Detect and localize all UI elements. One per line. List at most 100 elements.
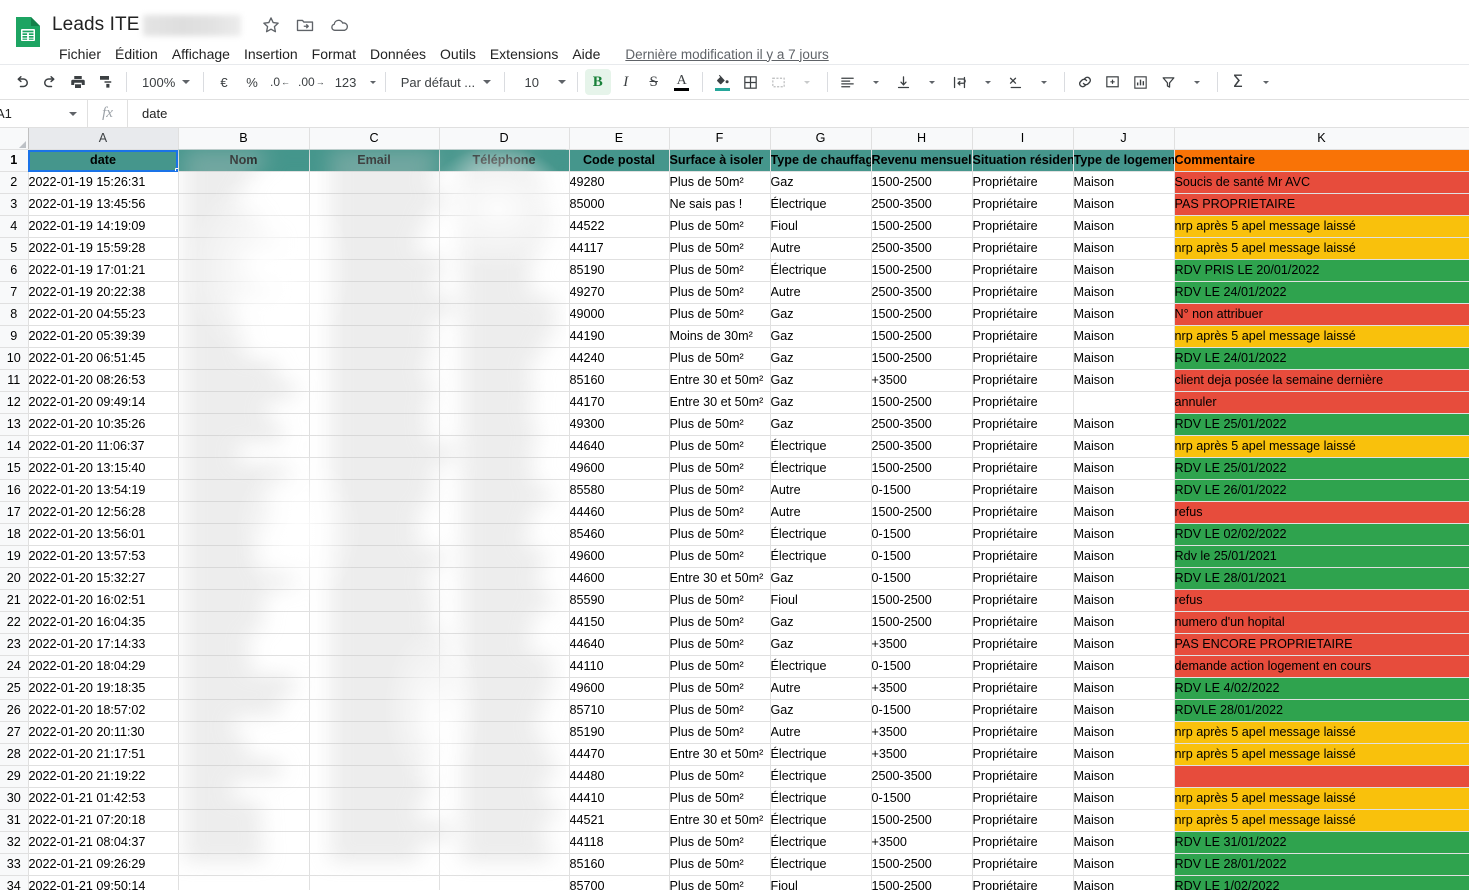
cell-revenu[interactable]: 1500-2500 bbox=[871, 809, 973, 832]
cell-telephone-redacted[interactable] bbox=[439, 303, 570, 326]
cell-logement[interactable]: Maison bbox=[1073, 875, 1175, 890]
row-header[interactable]: 29 bbox=[0, 765, 29, 788]
cell-situation[interactable]: Propriétaire bbox=[972, 721, 1074, 744]
cell-situation[interactable]: Propriétaire bbox=[972, 325, 1074, 348]
cell-chauffage[interactable]: Électrique bbox=[770, 765, 872, 788]
cell-date[interactable]: 2022-01-21 09:50:14 bbox=[28, 875, 179, 890]
cell-situation[interactable]: Propriétaire bbox=[972, 743, 1074, 766]
cell-email-redacted[interactable] bbox=[309, 369, 440, 392]
cell-commentaire[interactable]: RDV LE 24/01/2022 bbox=[1174, 281, 1469, 304]
vertical-align-icon[interactable] bbox=[891, 69, 917, 95]
cell-email-redacted[interactable] bbox=[309, 325, 440, 348]
cell-chauffage[interactable]: Autre bbox=[770, 237, 872, 260]
cell-date[interactable]: 2022-01-19 15:26:31 bbox=[28, 171, 179, 194]
cell-telephone-redacted[interactable] bbox=[439, 787, 570, 810]
cell-commentaire[interactable]: demande action logement en cours bbox=[1174, 655, 1469, 678]
row-header[interactable]: 7 bbox=[0, 281, 29, 304]
insert-chart-icon[interactable] bbox=[1128, 69, 1154, 95]
table-row[interactable]: 17 2022-01-20 12:56:28 44460 Plus de 50m² Au… bbox=[0, 501, 1469, 524]
table-row[interactable]: 18 2022-01-20 13:56:01 85460 Plus de 50m² Él… bbox=[0, 523, 1469, 546]
percent-format-button[interactable]: % bbox=[239, 69, 265, 95]
cell-email-redacted[interactable] bbox=[309, 633, 440, 656]
cell-code-postal[interactable]: 85000 bbox=[569, 193, 670, 216]
cell-commentaire[interactable]: nrp après 5 apel message laissé bbox=[1174, 435, 1469, 458]
cell-revenu[interactable]: 0-1500 bbox=[871, 699, 973, 722]
cell-email-redacted[interactable] bbox=[309, 875, 440, 890]
cell-chauffage[interactable]: Autre bbox=[770, 281, 872, 304]
cell-email-redacted[interactable] bbox=[309, 237, 440, 260]
cell-telephone-redacted[interactable] bbox=[439, 479, 570, 502]
cell-nom-redacted[interactable] bbox=[178, 721, 310, 744]
cell-nom-redacted[interactable] bbox=[178, 677, 310, 700]
filter-dropdown[interactable] bbox=[1184, 69, 1210, 95]
cell-revenu[interactable]: 2500-3500 bbox=[871, 237, 973, 260]
column-header-H[interactable]: H bbox=[871, 128, 973, 150]
cell-email-redacted[interactable] bbox=[309, 831, 440, 854]
cell-revenu[interactable]: 1500-2500 bbox=[871, 347, 973, 370]
cell-chauffage[interactable]: Fioul bbox=[770, 589, 872, 612]
cell-email-redacted[interactable] bbox=[309, 259, 440, 282]
cell-code-postal[interactable]: 85160 bbox=[569, 853, 670, 876]
cell-telephone-redacted[interactable] bbox=[439, 611, 570, 634]
cell-revenu[interactable]: +3500 bbox=[871, 831, 973, 854]
cell-revenu[interactable]: 1500-2500 bbox=[871, 589, 973, 612]
cell-code-postal[interactable]: 44170 bbox=[569, 391, 670, 414]
row-header[interactable]: 3 bbox=[0, 193, 29, 216]
cell-email-redacted[interactable] bbox=[309, 303, 440, 326]
cell-revenu[interactable]: 1500-2500 bbox=[871, 303, 973, 326]
cell-logement[interactable]: Maison bbox=[1073, 809, 1175, 832]
menu-donnees[interactable]: Données bbox=[363, 43, 433, 65]
cell-situation[interactable]: Propriétaire bbox=[972, 787, 1074, 810]
cell-nom-redacted[interactable] bbox=[178, 545, 310, 568]
cell-chauffage[interactable]: Électrique bbox=[770, 435, 872, 458]
cell-situation[interactable]: Propriétaire bbox=[972, 809, 1074, 832]
cell-email-redacted[interactable] bbox=[309, 765, 440, 788]
cell-surface[interactable]: Plus de 50m² bbox=[669, 655, 771, 678]
cell-revenu[interactable]: 1500-2500 bbox=[871, 215, 973, 238]
cell-nom-redacted[interactable] bbox=[178, 875, 310, 890]
cell-surface[interactable]: Plus de 50m² bbox=[669, 457, 771, 480]
cell-email-redacted[interactable] bbox=[309, 347, 440, 370]
row-header[interactable]: 14 bbox=[0, 435, 29, 458]
cell-telephone-redacted[interactable] bbox=[439, 237, 570, 260]
cell-code-postal[interactable]: 85160 bbox=[569, 369, 670, 392]
cell-chauffage[interactable]: Électrique bbox=[770, 259, 872, 282]
row-header[interactable]: 22 bbox=[0, 611, 29, 634]
cell-date[interactable]: 2022-01-20 09:49:14 bbox=[28, 391, 179, 414]
cell-date[interactable]: 2022-01-20 18:04:29 bbox=[28, 655, 179, 678]
cell-nom-redacted[interactable] bbox=[178, 655, 310, 678]
cell-email-redacted[interactable] bbox=[309, 699, 440, 722]
cell-telephone-redacted[interactable] bbox=[439, 545, 570, 568]
cell-commentaire[interactable]: RDV LE 1/02/2022 bbox=[1174, 875, 1469, 890]
cell-logement[interactable]: Maison bbox=[1073, 259, 1175, 282]
cell-situation[interactable]: Propriétaire bbox=[972, 765, 1074, 788]
cell-chauffage[interactable]: Électrique bbox=[770, 787, 872, 810]
cell-revenu[interactable]: 0-1500 bbox=[871, 545, 973, 568]
table-row[interactable]: 11 2022-01-20 08:26:53 85160 Entre 30 et 50… bbox=[0, 369, 1469, 392]
cell-logement[interactable]: Maison bbox=[1073, 721, 1175, 744]
cell-surface[interactable]: Plus de 50m² bbox=[669, 589, 771, 612]
cell-commentaire[interactable]: nrp après 5 apel message laissé bbox=[1174, 215, 1469, 238]
cell-revenu[interactable]: 1500-2500 bbox=[871, 171, 973, 194]
row-header[interactable]: 28 bbox=[0, 743, 29, 766]
row-header[interactable]: 2 bbox=[0, 171, 29, 194]
cell-chauffage[interactable]: Gaz bbox=[770, 699, 872, 722]
row-header[interactable]: 19 bbox=[0, 545, 29, 568]
row-header[interactable]: 6 bbox=[0, 259, 29, 282]
cell-logement[interactable]: Maison bbox=[1073, 303, 1175, 326]
cell-code-postal[interactable]: 85590 bbox=[569, 589, 670, 612]
cell-logement[interactable]: Maison bbox=[1073, 325, 1175, 348]
cell-nom-redacted[interactable] bbox=[178, 633, 310, 656]
cell-code-postal[interactable]: 44150 bbox=[569, 611, 670, 634]
cell-logement[interactable]: Maison bbox=[1073, 831, 1175, 854]
cell-chauffage[interactable]: Gaz bbox=[770, 369, 872, 392]
cell-logement[interactable]: Maison bbox=[1073, 413, 1175, 436]
row-header[interactable]: 20 bbox=[0, 567, 29, 590]
table-row[interactable]: 12 2022-01-20 09:49:14 44170 Entre 30 et 50… bbox=[0, 391, 1469, 414]
table-row[interactable]: 13 2022-01-20 10:35:26 49300 Plus de 50m² Ga… bbox=[0, 413, 1469, 436]
row-header[interactable]: 11 bbox=[0, 369, 29, 392]
cell-commentaire[interactable]: PAS PROPRIETAIRE bbox=[1174, 193, 1469, 216]
cell-commentaire[interactable]: RDV LE 25/01/2022 bbox=[1174, 413, 1469, 436]
cell-date[interactable]: 2022-01-20 17:14:33 bbox=[28, 633, 179, 656]
cell-situation[interactable]: Propriétaire bbox=[972, 589, 1074, 612]
